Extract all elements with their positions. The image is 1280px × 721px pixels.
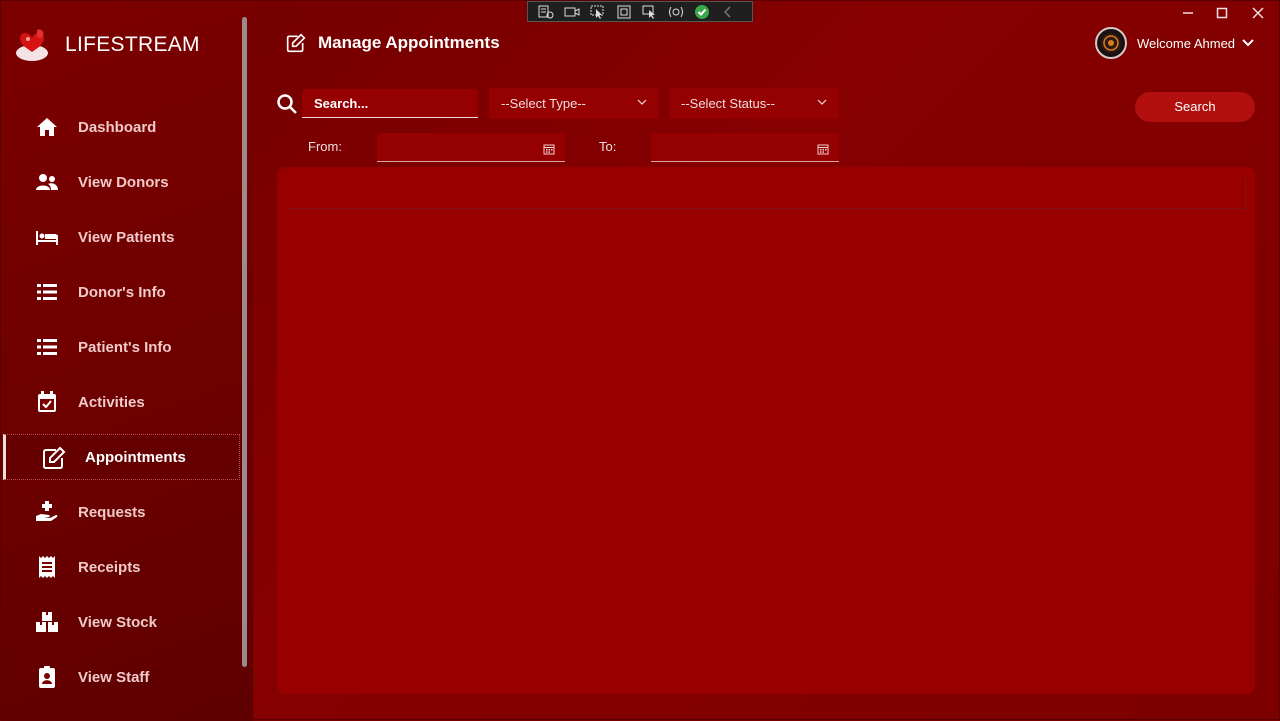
list-icon [37, 284, 57, 300]
sidebar-item-view-donors[interactable]: View Donors [1, 159, 237, 205]
chevron-down-icon[interactable] [1241, 38, 1255, 48]
edit-icon [43, 446, 66, 469]
close-icon [1252, 7, 1264, 19]
debug-toolbar [527, 1, 753, 22]
calendar-check-icon [38, 391, 56, 412]
sidebar-item-view-staff[interactable]: View Staff [1, 654, 237, 700]
sidebar: LIFESTREAM Dashboard View Donors View Pa… [1, 1, 253, 721]
sidebar-item-label: Donor's Info [78, 283, 166, 301]
avatar-image-icon [1101, 33, 1121, 53]
sidebar-item-donors-info[interactable]: Donor's Info [1, 269, 237, 315]
calendar-icon[interactable] [543, 143, 555, 155]
minimize-button[interactable] [1173, 3, 1203, 23]
sidebar-item-label: Appointments [85, 448, 186, 466]
hot-reload-ok-icon[interactable] [692, 4, 712, 20]
minimize-icon [1183, 12, 1193, 14]
sidebar-item-label: Activities [78, 393, 145, 411]
status-select-value: --Select Status-- [681, 96, 775, 111]
sidebar-item-label: View Staff [78, 668, 150, 686]
search-button[interactable]: Search [1135, 92, 1255, 122]
user-menu[interactable]: Welcome Ahmed [1095, 27, 1255, 59]
sidebar-item-label: Receipts [78, 558, 141, 576]
chevron-down-icon [817, 99, 827, 105]
list-icon [37, 339, 57, 355]
sidebar-item-dashboard[interactable]: Dashboard [1, 104, 237, 150]
brand: LIFESTREAM [15, 27, 200, 63]
sidebar-item-appointments[interactable]: Appointments [3, 434, 240, 480]
select-element-icon[interactable] [588, 4, 608, 20]
to-label: To: [599, 139, 617, 154]
page-header: Manage Appointments [286, 33, 500, 53]
sidebar-item-patients-info[interactable]: Patient's Info [1, 324, 237, 370]
sidebar-item-receipts[interactable]: Receipts [1, 544, 237, 590]
search-icon [277, 94, 297, 114]
sidebar-item-label: View Donors [78, 173, 169, 191]
bed-icon [36, 231, 58, 245]
type-select[interactable]: --Select Type-- [489, 88, 659, 119]
sidebar-item-label: Dashboard [78, 118, 157, 136]
sidebar-item-activities[interactable]: Activities [1, 379, 237, 425]
search-input[interactable]: Search... [302, 89, 478, 118]
track-focus-icon[interactable] [640, 4, 660, 20]
type-select-value: --Select Type-- [501, 96, 587, 111]
camera-icon[interactable] [562, 4, 582, 20]
sidebar-item-label: Patient's Info [78, 338, 172, 356]
sidebar-item-label: View Stock [78, 613, 157, 631]
status-select[interactable]: --Select Status-- [669, 88, 839, 119]
home-icon [37, 118, 57, 136]
users-icon [36, 174, 58, 190]
maximize-icon [1216, 7, 1228, 19]
from-label: From: [308, 139, 342, 154]
edit-icon [286, 33, 306, 53]
logo-icon [16, 29, 48, 61]
binding-failures-icon[interactable] [666, 4, 686, 20]
maximize-button[interactable] [1207, 3, 1237, 23]
close-button[interactable] [1243, 3, 1273, 23]
avatar[interactable] [1095, 27, 1127, 59]
to-date-picker[interactable] [651, 133, 839, 162]
chevron-down-icon [637, 99, 647, 105]
hand-plus-icon [36, 501, 58, 521]
sidebar-item-label: View Patients [78, 228, 175, 246]
collapse-toolbar-icon[interactable] [718, 4, 738, 20]
sidebar-scrollbar[interactable] [242, 17, 247, 667]
sidebar-item-view-patients[interactable]: View Patients [1, 214, 237, 260]
page-title: Manage Appointments [318, 33, 500, 52]
sidebar-item-requests[interactable]: Requests [1, 489, 237, 535]
appointments-table [277, 167, 1255, 694]
calendar-icon[interactable] [817, 143, 829, 155]
table-header-row [287, 177, 1246, 209]
app-window: LIFESTREAM Dashboard View Donors View Pa… [0, 0, 1280, 721]
sidebar-item-label: Requests [78, 503, 146, 521]
boxes-icon [36, 612, 58, 632]
from-date-picker[interactable] [377, 133, 565, 162]
receipt-icon [39, 556, 55, 578]
app-title: LIFESTREAM [65, 33, 200, 56]
welcome-text: Welcome Ahmed [1137, 35, 1236, 51]
sidebar-item-view-stock[interactable]: View Stock [1, 599, 237, 645]
live-tree-icon[interactable] [536, 4, 556, 20]
layout-adorner-icon[interactable] [614, 4, 634, 20]
id-badge-icon [39, 666, 55, 688]
